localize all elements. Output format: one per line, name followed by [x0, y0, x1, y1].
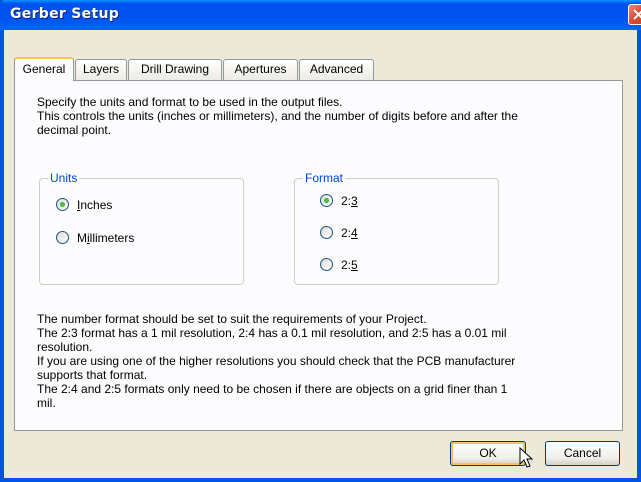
note-line-7: mil. — [37, 396, 56, 410]
note-line-6: The 2:4 and 2:5 formats only need to be … — [37, 382, 508, 396]
intro-line-2: This controls the units (inches or milli… — [37, 109, 518, 123]
cancel-button[interactable]: Cancel — [545, 441, 620, 466]
tab-drill-drawing[interactable]: Drill Drawing — [128, 59, 222, 80]
inches-label: Inches — [77, 198, 113, 212]
millimeters-label: Millimeters — [77, 231, 135, 245]
tab-advanced[interactable]: Advanced — [299, 59, 374, 80]
radio-inches[interactable]: Inches — [56, 197, 176, 215]
radio-button-inches[interactable] — [56, 198, 69, 211]
title-bar[interactable]: Gerber Setup — [0, 0, 641, 30]
radio-format-2-4[interactable]: 2:4 — [320, 225, 400, 243]
note-line-1: The number format should be set to suit … — [37, 312, 427, 326]
radio-format-2-5[interactable]: 2:5 — [320, 257, 400, 275]
radio-button-2-3[interactable] — [320, 194, 333, 207]
general-tab-panel: Specify the units and format to be used … — [14, 80, 623, 431]
close-icon — [633, 9, 641, 20]
tab-apertures[interactable]: Apertures — [223, 59, 298, 80]
note-line-4: If you are using one of the higher resol… — [37, 354, 516, 368]
intro-line-3: decimal point. — [37, 123, 112, 137]
radio-selected-dot — [60, 202, 65, 207]
radio-button-2-5[interactable] — [320, 258, 333, 271]
format-2-5-label: 2:5 — [341, 258, 358, 272]
tab-general[interactable]: General — [14, 57, 74, 81]
radio-millimeters[interactable]: Millimeters — [56, 230, 176, 248]
format-2-4-label: 2:4 — [341, 226, 358, 240]
format-group: Format 2:3 2:4 2:5 — [294, 171, 499, 285]
units-legend: Units — [48, 171, 80, 185]
mouse-pointer-icon — [519, 447, 533, 468]
radio-button-2-4[interactable] — [320, 226, 333, 239]
units-group: Units Inches Millimeters — [39, 171, 244, 285]
ok-button[interactable]: OK — [450, 441, 526, 466]
note-line-2: The 2:3 format has a 1 mil resolution, 2… — [37, 326, 507, 340]
note-line-5: supports that format. — [37, 368, 148, 382]
radio-selected-dot — [324, 198, 329, 203]
tab-layers[interactable]: Layers — [75, 59, 127, 80]
note-line-3: resolution. — [37, 340, 93, 354]
close-button[interactable] — [628, 4, 641, 25]
window-title: Gerber Setup — [10, 6, 120, 22]
radio-format-2-3[interactable]: 2:3 — [320, 193, 400, 211]
radio-button-millimeters[interactable] — [56, 231, 69, 244]
format-2-3-label: 2:3 — [341, 194, 358, 208]
intro-line-1: Specify the units and format to be used … — [37, 95, 343, 109]
format-legend: Format — [303, 171, 346, 185]
